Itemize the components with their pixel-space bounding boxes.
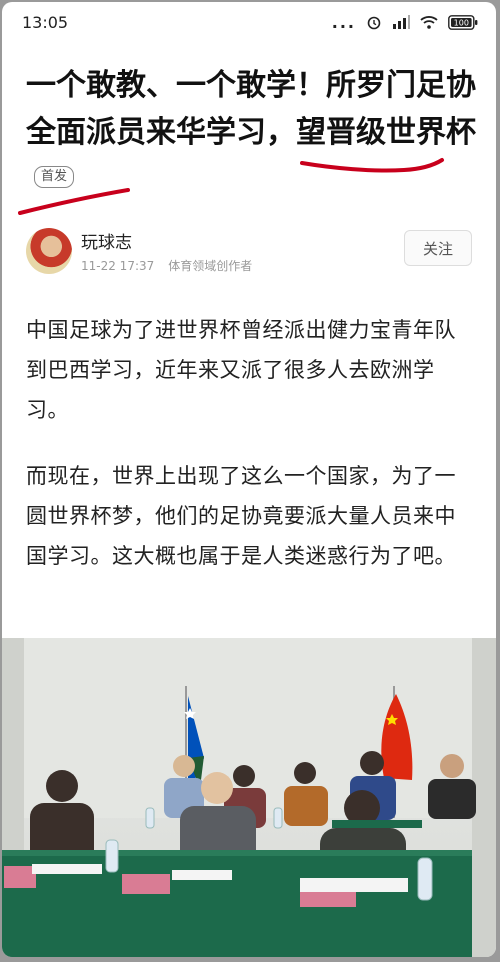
article-title: 一个敢教、一个敢学！所罗门足协全面派员来华学习，望晋级世界杯首发 bbox=[26, 62, 476, 203]
follow-button[interactable]: 关注 bbox=[404, 230, 472, 266]
wifi-icon bbox=[420, 16, 438, 29]
phone-screen: 13:05 ... 100 一个敢教、一个敢学！所罗门足协全面派员来华学习，望晋… bbox=[2, 2, 496, 957]
meeting-photo-illustration bbox=[2, 638, 496, 957]
article-paragraph: 而现在，世界上出现了这么一个国家，为了一圆世界杯梦，他们的足协竟要派大量人员来中… bbox=[26, 464, 456, 568]
battery-icon: 100 bbox=[448, 14, 478, 30]
author-meta: 11-22 17:37 体育领域创作者 bbox=[81, 257, 252, 274]
alarm-icon bbox=[367, 16, 381, 30]
battery-level: 100 bbox=[454, 18, 469, 27]
author-name[interactable]: 玩球志 bbox=[81, 228, 132, 253]
first-release-badge: 首发 bbox=[34, 165, 75, 188]
more-notifications-icon: ... bbox=[331, 12, 356, 32]
status-time: 13:05 bbox=[22, 12, 69, 32]
signal-icon bbox=[393, 15, 410, 29]
status-bar: 13:05 ... 100 bbox=[2, 2, 496, 42]
publish-time: 11-22 17:37 bbox=[81, 259, 155, 273]
author-avatar[interactable] bbox=[26, 228, 72, 274]
author-row: 玩球志 11-22 17:37 体育领域创作者 关注 bbox=[26, 226, 472, 276]
article-photo bbox=[2, 638, 496, 957]
status-icons: ... 100 bbox=[332, 13, 478, 32]
article-paragraph: 中国足球为了进世界杯曾经派出健力宝青年队到巴西学习，近年来又派了很多人去欧洲学习… bbox=[26, 318, 456, 422]
author-role: 体育领域创作者 bbox=[168, 259, 253, 273]
article-title-text: 一个敢教、一个敢学！所罗门足协全面派员来华学习，望晋级世界杯 bbox=[26, 68, 476, 150]
